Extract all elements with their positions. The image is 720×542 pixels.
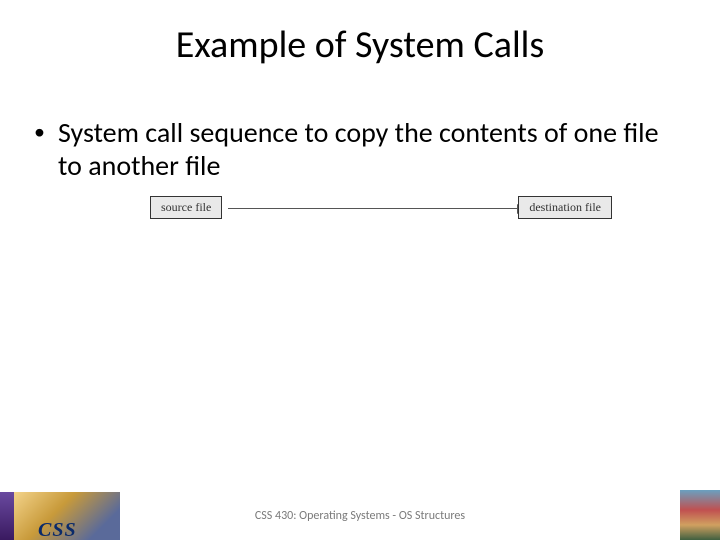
bullet-list: • System call sequence to copy the conte… (34, 116, 674, 182)
bullet-dot-icon: • (34, 116, 58, 182)
css-logo: CSS (0, 492, 120, 540)
destination-file-box: destination file (518, 196, 612, 219)
logo-background-icon: CSS (14, 492, 120, 540)
bullet-text: System call sequence to copy the content… (58, 116, 674, 182)
book-thumbnail-icon (680, 490, 720, 540)
arrow-line-icon (228, 208, 518, 209)
bullet-item: • System call sequence to copy the conte… (34, 116, 674, 182)
slide: Example of System Calls • System call se… (0, 0, 720, 540)
logo-label: CSS (38, 519, 77, 542)
source-file-box: source file (150, 196, 222, 219)
file-copy-diagram: source file destination file (150, 196, 630, 224)
logo-stripe-icon (0, 492, 14, 540)
slide-title: Example of System Calls (0, 22, 720, 68)
